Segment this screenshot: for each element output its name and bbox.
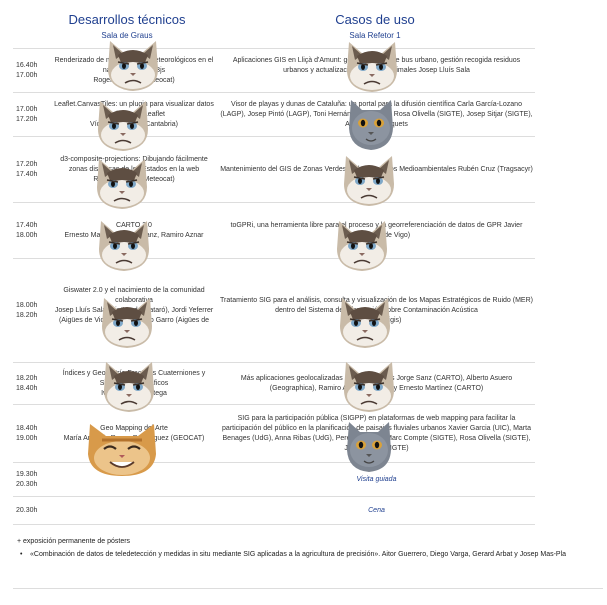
- cat-face-icon: [336, 292, 394, 355]
- time-slot: 17.20h 17.40h: [13, 136, 50, 203]
- event-label: Cena: [218, 496, 535, 525]
- cat-face-icon: [343, 36, 401, 99]
- bullet-icon: •: [20, 551, 23, 558]
- divider: [13, 588, 603, 589]
- cat-face-icon: [95, 215, 153, 278]
- time-slot: 16.40h 17.00h: [13, 48, 50, 93]
- schedule-row: 17.20h 17.40h d3-composite-projections: D…: [13, 136, 535, 203]
- left-column-title: Desarrollos técnicos: [68, 12, 186, 27]
- cat-face-icon: [82, 418, 162, 483]
- time-slot: 18.00h 18.20h: [13, 258, 50, 363]
- time-slot: 17.40h 18.00h: [13, 202, 50, 259]
- schedule-row: 18.00h 18.20h Giswater 2.0 y el nacimient…: [13, 258, 535, 363]
- special-row: 20.30h Cena: [13, 496, 535, 525]
- time-slot: 19.30h 20.30h: [13, 462, 50, 497]
- cat-face-icon: [94, 95, 152, 158]
- cat-face-icon: [100, 356, 158, 419]
- cat-face-icon: [98, 292, 156, 355]
- empty-cell: [50, 496, 218, 525]
- cat-face-icon: [333, 215, 391, 278]
- cat-face-icon: [340, 356, 398, 419]
- time-slot: 18.40h 19.00h: [13, 404, 50, 463]
- cat-face-icon: [340, 150, 398, 213]
- posters-heading: + exposición permanente de pósters: [17, 538, 131, 545]
- poster-text: «Combinación de datos de teledetección y…: [30, 551, 567, 558]
- schedule-row: 18.20h 18.40hÍndices y Geometría Fractal…: [13, 362, 535, 405]
- cat-face-icon: [346, 92, 396, 157]
- schedule-row: 16.40h 17.00hRenderizado de mapas raster…: [13, 48, 535, 93]
- time-slot: 18.20h 18.40h: [13, 362, 50, 405]
- time-slot: 20.30h: [13, 496, 50, 525]
- right-column-title: Casos de uso: [335, 12, 415, 27]
- cat-face-icon: [344, 414, 394, 479]
- schedule-row: 17.00h 17.20h Leaflet.CanvasTiles: un plu…: [13, 92, 535, 137]
- cat-face-icon: [104, 35, 162, 98]
- cat-face-icon: [93, 153, 151, 216]
- time-slot: 17.00h 17.20h: [13, 92, 50, 137]
- poster-item: • «Combinación de datos de teledetección …: [20, 549, 600, 561]
- schedule-row: 17.40h 18.00hCARTO 2.0 Ernesto Martínez,…: [13, 202, 535, 259]
